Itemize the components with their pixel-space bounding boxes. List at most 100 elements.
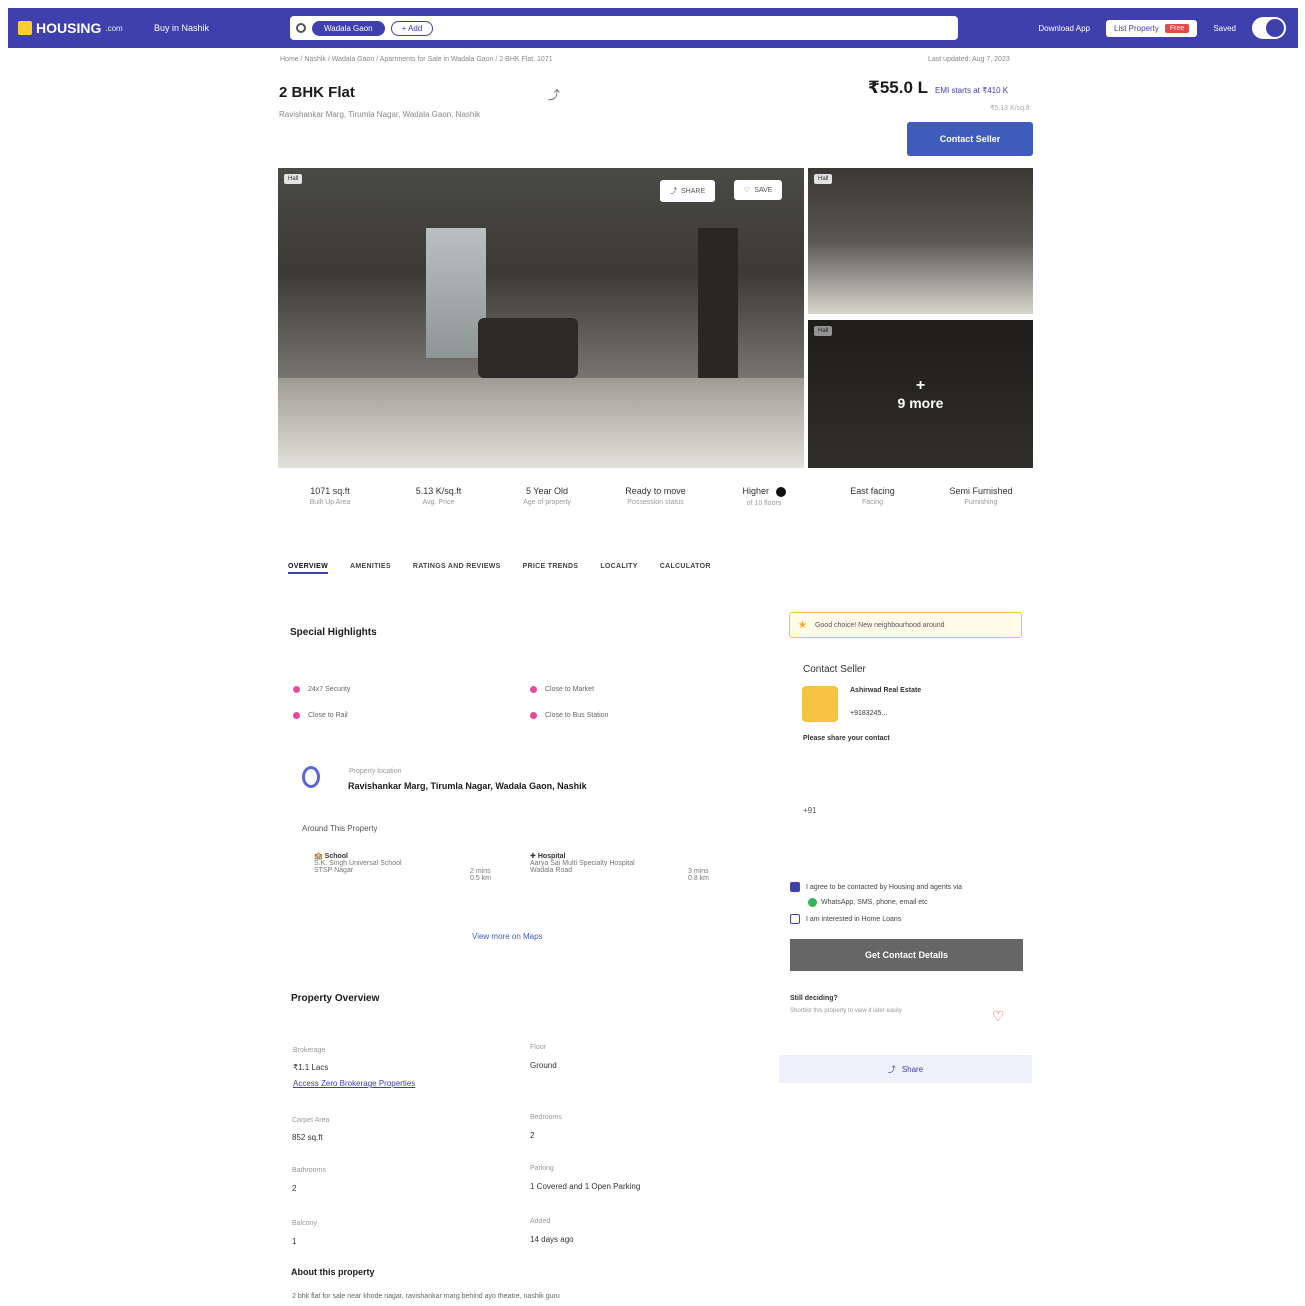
- zero-brokerage-link[interactable]: Access Zero Brokerage Properties: [293, 1079, 415, 1088]
- stat-value: Higher: [712, 486, 816, 497]
- download-app-link[interactable]: Download App: [1038, 24, 1090, 33]
- whatsapp-icon: [808, 898, 817, 907]
- school-icon-label: 🏫 School: [314, 853, 349, 860]
- still-deciding-subtitle: Shortlist this property to view it later…: [790, 1008, 902, 1014]
- stat-value: Semi Furnished: [949, 486, 1013, 496]
- poi-school[interactable]: 🏫 School S.K. Singh Universal School STS…: [314, 852, 464, 874]
- photo-share-label: SHARE: [681, 187, 706, 195]
- tab-calculator[interactable]: CALCULATOR: [660, 563, 711, 574]
- star-icon: ★: [798, 619, 807, 631]
- main-photo[interactable]: Hall ⤴ SHARE ♡ SAVE: [278, 168, 804, 468]
- list-property-button[interactable]: List Property Free: [1106, 19, 1198, 37]
- consent-checkbox[interactable]: [790, 882, 800, 892]
- breadcrumb[interactable]: Home / Nashik / Wadala Gaon / Apartments…: [280, 56, 553, 63]
- consent-label: I agree to be contacted by Housing and a…: [806, 883, 963, 891]
- share-label: Share: [901, 1064, 924, 1074]
- photo-sofa-region: [478, 318, 578, 378]
- list-property-label: List Property: [1114, 23, 1159, 33]
- photo-save-label: SAVE: [754, 186, 773, 194]
- good-choice-text: Good choice! New neighbourhood around: [814, 621, 945, 629]
- photo-share-button[interactable]: ⤴ SHARE: [660, 180, 716, 202]
- brokerage-label: Brokerage: [293, 1047, 326, 1054]
- stat-price: 5.13 K/sq.ft Avg. Price: [387, 486, 491, 507]
- photo-window-region: [426, 228, 486, 358]
- stat-value: 1071 sq.ft: [310, 486, 350, 496]
- city-selector[interactable]: Buy in Nashik: [154, 23, 274, 33]
- share-icon: ⤴: [887, 1064, 896, 1074]
- stat-label: Possession status: [627, 499, 684, 506]
- location-label: Property location: [349, 768, 402, 775]
- balcony-value: 1: [292, 1237, 297, 1246]
- stat-value: Ready to move: [625, 486, 686, 496]
- brokerage-value: ₹1.1 Lacs: [293, 1063, 329, 1072]
- poi-name: S.K. Singh Universal School: [314, 860, 402, 867]
- highlight-dot-icon: [530, 712, 537, 719]
- tab-locality[interactable]: LOCALITY: [600, 563, 637, 574]
- highlight-label: Close to Bus Station: [545, 712, 609, 719]
- poi-distance-value: 2 mins: [470, 868, 491, 875]
- home-loan-row: I am interested in Home Loans: [790, 914, 901, 924]
- stat-label: Avg. Price: [422, 499, 455, 506]
- tab-amenities[interactable]: AMENITIES: [350, 563, 391, 574]
- poi-distance-sub: 0.8 km: [688, 875, 710, 882]
- search-icon: [296, 23, 306, 33]
- section-tabs: OVERVIEW AMENITIES RATINGS AND REVIEWS P…: [288, 563, 711, 574]
- add-location-button[interactable]: + Add: [390, 20, 434, 36]
- share-icon: ⤴: [670, 188, 677, 195]
- country-code-select[interactable]: +91: [803, 806, 817, 815]
- balcony-label: Balcony: [292, 1220, 317, 1227]
- page-title: 2 BHK Flat: [279, 84, 355, 101]
- housing-logo[interactable]: HOUSING .com: [18, 20, 138, 36]
- highlight-label: Close to Rail: [308, 712, 348, 719]
- highlight-label: 24x7 Security: [308, 686, 351, 693]
- bathrooms-value: 2: [292, 1184, 297, 1193]
- stat-facing: East facing Facing: [821, 486, 925, 507]
- info-icon[interactable]: [775, 486, 786, 497]
- saved-link[interactable]: Saved: [1213, 24, 1236, 33]
- poi-type: School: [324, 853, 349, 860]
- stat-value: East facing: [850, 486, 895, 496]
- highlight-item: Close to Bus Station: [530, 712, 608, 719]
- emi-link[interactable]: EMI starts at ₹410 K: [935, 86, 1008, 95]
- price-per-sqft: ₹5.13 K/sq.ft: [990, 105, 1030, 112]
- location-chip[interactable]: Wadala Gaon: [312, 20, 385, 36]
- photo-save-button[interactable]: ♡ SAVE: [734, 180, 783, 200]
- last-updated: Last updated: Aug 7, 2023: [928, 56, 1010, 63]
- share-button[interactable]: ⤴ Share: [779, 1055, 1032, 1083]
- home-loan-label: I am interested in Home Loans: [806, 915, 902, 923]
- about-title: About this property: [291, 1267, 375, 1277]
- listing-price: ₹55.0 L: [868, 78, 929, 97]
- get-contact-button[interactable]: Get Contact Details: [790, 939, 1023, 971]
- overview-title: Property Overview: [291, 993, 380, 1004]
- stat-value: 5.13 K/sq.ft: [415, 486, 462, 496]
- poi-sub: STSP Nagar: [314, 867, 354, 874]
- added-label: Added: [530, 1218, 551, 1225]
- tab-ratings[interactable]: RATINGS AND REVIEWS: [413, 563, 501, 574]
- poi-hospital[interactable]: ✚ Hospital Aarya Sai Multi Specialty Hos…: [530, 852, 680, 874]
- shortlist-heart-icon[interactable]: ♡: [992, 1008, 1005, 1025]
- stat-possession: Ready to move Possession status: [604, 486, 708, 507]
- logo-text: HOUSING: [36, 20, 102, 36]
- tab-price-trends[interactable]: PRICE TRENDS: [523, 563, 579, 574]
- property-stats: 1071 sq.ft Built Up Area 5.13 K/sq.ft Av…: [278, 486, 1033, 507]
- tab-overview[interactable]: OVERVIEW: [288, 563, 329, 574]
- user-menu-button[interactable]: [1252, 17, 1286, 39]
- around-title: Around This Property: [302, 824, 378, 833]
- more-photos-label: 9 more: [897, 395, 944, 411]
- photo-floor-region: [278, 378, 804, 468]
- home-loan-checkbox[interactable]: [790, 914, 800, 924]
- search-bar[interactable]: Wadala Gaon + Add: [290, 16, 958, 40]
- stat-floor-value: Higher: [742, 486, 769, 496]
- contact-seller-button[interactable]: Contact Seller: [907, 122, 1033, 156]
- contact-card-title: Contact Seller: [803, 664, 866, 675]
- view-on-maps-link[interactable]: View more on Maps: [472, 932, 543, 941]
- good-choice-banner: ★ Good choice! New neighbourhood around: [789, 612, 1022, 638]
- about-text: 2 bhk flat for sale near khode nagar, ra…: [292, 1293, 560, 1300]
- poi-distance: 2 mins 0.5 km: [470, 868, 510, 882]
- highlight-dot-icon: [530, 686, 537, 693]
- share-icon[interactable]: ⤴: [548, 86, 560, 103]
- seller-name: Ashirwad Real Estate: [850, 687, 922, 694]
- side-photo-1[interactable]: Hall: [808, 168, 1033, 314]
- whatsapp-label: WhatsApp, SMS, phone, email etc: [821, 899, 928, 906]
- side-photo-more[interactable]: Hall + 9 more: [808, 320, 1033, 468]
